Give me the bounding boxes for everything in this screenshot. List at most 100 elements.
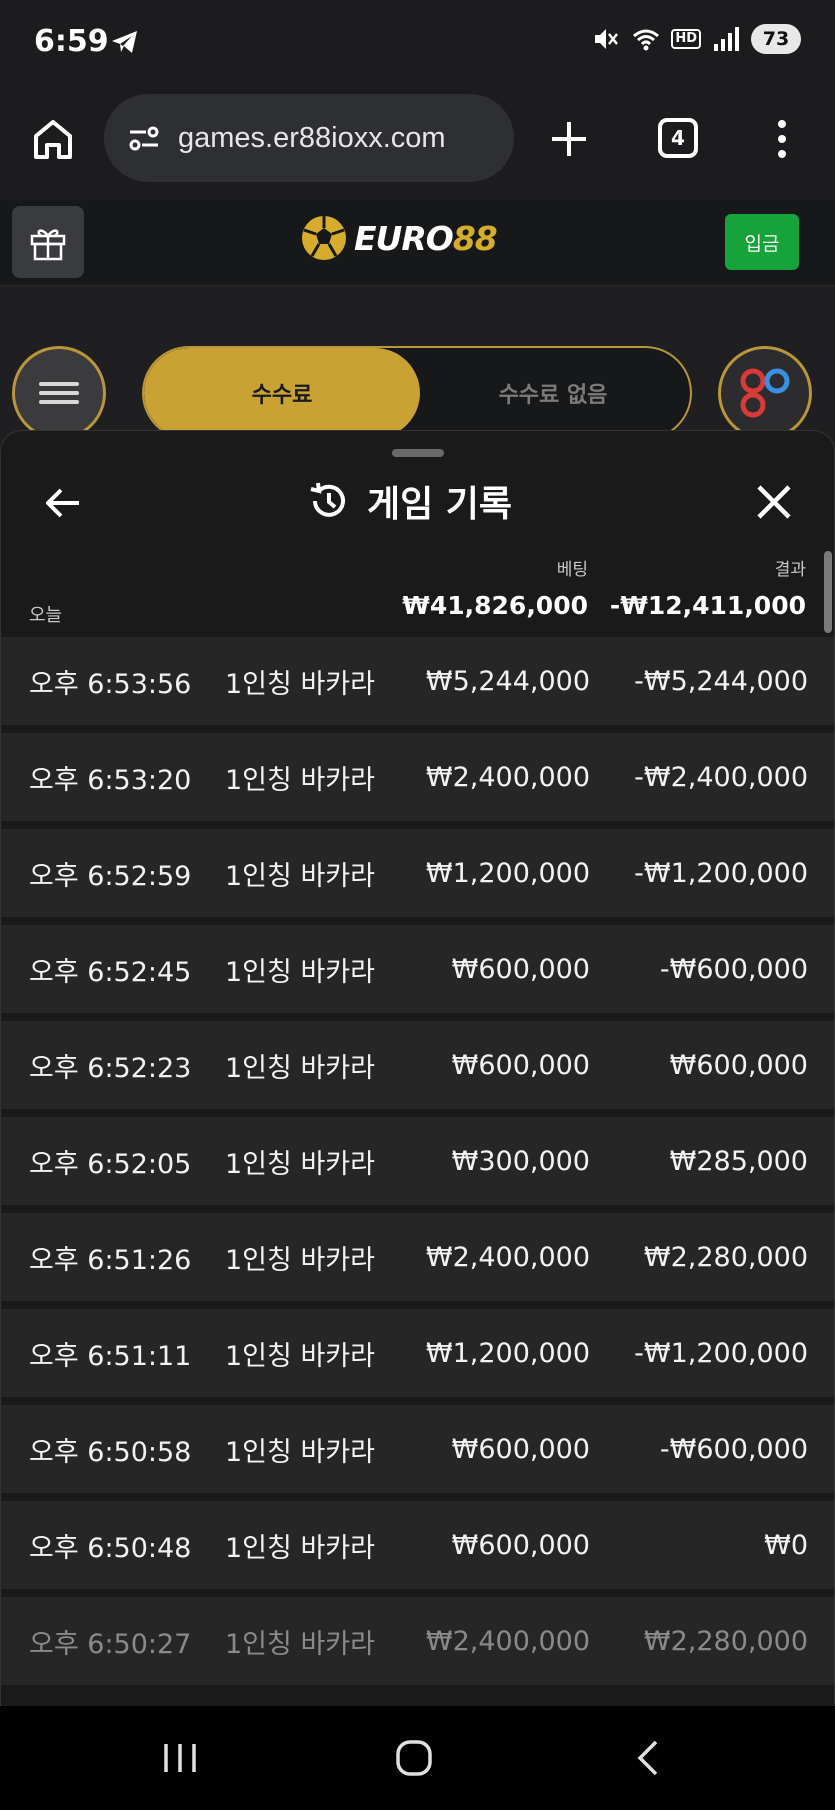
record-result: -₩1,200,000 [634,857,808,889]
record-row[interactable]: 오후 6:53:20 1인칭 바카라 ₩2,400,000 -₩2,400,00… [1,733,834,821]
site-header: EURO88 입금 [0,200,835,286]
record-bet: ₩600,000 [451,1529,590,1561]
record-time: 오후 6:53:56 [29,668,192,700]
soccer-ball-icon [302,216,346,260]
record-row[interactable]: 오후 6:50:58 1인칭 바카라 ₩600,000 -₩600,000 [1,1405,834,1493]
record-row[interactable]: 오후 6:53:56 1인칭 바카라 ₩5,244,000 -₩5,244,00… [1,637,834,725]
today-bet-total: ₩41,826,000 [402,591,588,620]
more-options-icon[interactable] [770,116,794,162]
record-row[interactable]: 오후 6:51:11 1인칭 바카라 ₩1,200,000 -₩1,200,00… [1,1309,834,1397]
recent-apps-icon[interactable] [160,1740,200,1776]
record-game: 1인칭 바카라 [225,1052,375,1084]
record-time: 오후 6:52:05 [29,1148,192,1180]
records-list: 오후 6:53:56 1인칭 바카라 ₩5,244,000 -₩5,244,00… [1,637,834,1693]
no-fee-option[interactable]: 수수료 없음 [416,348,690,438]
record-game: 1인칭 바카라 [225,1148,375,1180]
browser-toolbar: games.er88ioxx.com 4 [0,88,835,200]
record-bet: ₩600,000 [451,1049,590,1081]
record-game: 1인칭 바카라 [225,1628,375,1660]
today-label: 오늘 [29,605,63,626]
record-bet: ₩600,000 [451,1433,590,1465]
record-row[interactable]: 오후 6:52:59 1인칭 바카라 ₩1,200,000 -₩1,200,00… [1,829,834,917]
record-result: ₩2,280,000 [643,1241,808,1273]
record-result: -₩5,244,000 [634,665,808,697]
record-time: 오후 6:51:26 [29,1244,192,1276]
home-icon[interactable] [28,114,78,164]
record-row[interactable]: 오후 6:52:23 1인칭 바카라 ₩600,000 ₩600,000 [1,1021,834,1109]
url-text[interactable]: games.er88ioxx.com [178,122,446,155]
game-lobby-button[interactable] [718,346,812,440]
scrollbar[interactable] [824,551,832,633]
record-bet: ₩2,400,000 [425,1625,590,1657]
sheet-title-text: 게임 기록 [367,484,513,525]
site-settings-icon[interactable] [124,118,164,158]
menu-button[interactable] [12,346,106,440]
sheet-title: 게임 기록 [307,475,512,527]
record-game: 1인칭 바카라 [225,1340,375,1372]
record-time: 오후 6:50:27 [29,1628,192,1660]
record-result: -₩2,400,000 [634,761,808,793]
record-bet: ₩1,200,000 [425,857,590,889]
nav-home-icon[interactable] [394,1738,434,1778]
signal-icon [714,27,739,51]
record-bet: ₩600,000 [451,953,590,985]
fee-option-active[interactable]: 수수료 [144,348,420,438]
record-time: 오후 6:51:11 [29,1340,192,1372]
telegram-icon [112,31,137,53]
record-time: 오후 6:52:23 [29,1052,192,1084]
record-result: ₩600,000 [669,1049,808,1081]
hd-badge: HD [671,29,701,49]
site-logo[interactable]: EURO88 [300,214,498,262]
record-time: 오후 6:50:48 [29,1532,192,1564]
status-bar: 6:59 HD 73 [0,0,835,88]
record-row[interactable]: 오후 6:52:05 1인칭 바카라 ₩300,000 ₩285,000 [1,1117,834,1205]
record-bet: ₩5,244,000 [425,665,590,697]
record-result: ₩285,000 [669,1145,808,1177]
record-time: 오후 6:52:45 [29,956,192,988]
tab-switcher-button[interactable]: 4 [658,118,698,158]
nav-back-icon[interactable] [632,1738,662,1778]
record-time: 오후 6:53:20 [29,764,192,796]
today-result-total: -₩12,411,000 [609,591,806,620]
record-result: -₩600,000 [659,953,808,985]
status-icons: HD 73 [591,24,801,54]
back-arrow-icon[interactable] [41,481,85,525]
record-result: -₩1,200,000 [634,1337,808,1369]
record-game: 1인칭 바카라 [225,1532,375,1564]
history-icon [310,482,345,517]
close-icon[interactable] [753,481,795,523]
record-result: -₩600,000 [659,1433,808,1465]
address-bar[interactable]: games.er88ioxx.com [104,94,514,182]
record-bet: ₩1,200,000 [425,1337,590,1369]
new-tab-icon[interactable] [546,116,592,162]
mute-icon [595,29,619,49]
record-time: 오후 6:52:59 [29,860,192,892]
gift-icon [30,229,66,261]
record-result: ₩2,280,000 [643,1625,808,1657]
record-bet: ₩2,400,000 [425,761,590,793]
battery-indicator: 73 [751,24,801,54]
bet-column-header: 베팅 [556,560,588,580]
logo-text: EURO88 [354,218,498,258]
fee-toggle[interactable]: 수수료 수수료 없음 [142,346,692,440]
record-bet: ₩2,400,000 [425,1241,590,1273]
record-game: 1인칭 바카라 [225,1436,375,1468]
hamburger-icon [39,377,79,409]
record-row[interactable]: 오후 6:52:45 1인칭 바카라 ₩600,000 -₩600,000 [1,925,834,1013]
record-game: 1인칭 바카라 [225,764,375,796]
game-history-sheet: 게임 기록 베팅 결과 오늘 ₩41,826,000 -₩12,411,000 … [0,430,835,1706]
record-game: 1인칭 바카라 [225,668,375,700]
result-column-header: 결과 [774,560,806,580]
sheet-drag-handle[interactable] [392,449,444,457]
record-game: 1인칭 바카라 [225,956,375,988]
record-result: ₩0 [764,1529,808,1561]
deposit-button[interactable]: 입금 [725,214,799,270]
record-row[interactable]: 오후 6:50:48 1인칭 바카라 ₩600,000 ₩0 [1,1501,834,1589]
gift-button[interactable] [12,206,84,278]
record-game: 1인칭 바카라 [225,1244,375,1276]
record-row[interactable]: 오후 6:51:26 1인칭 바카라 ₩2,400,000 ₩2,280,000 [1,1213,834,1301]
system-nav-bar [0,1706,835,1810]
record-game: 1인칭 바카라 [225,860,375,892]
record-row[interactable]: 오후 6:50:27 1인칭 바카라 ₩2,400,000 ₩2,280,000 [1,1597,834,1685]
wifi-icon [633,29,660,51]
